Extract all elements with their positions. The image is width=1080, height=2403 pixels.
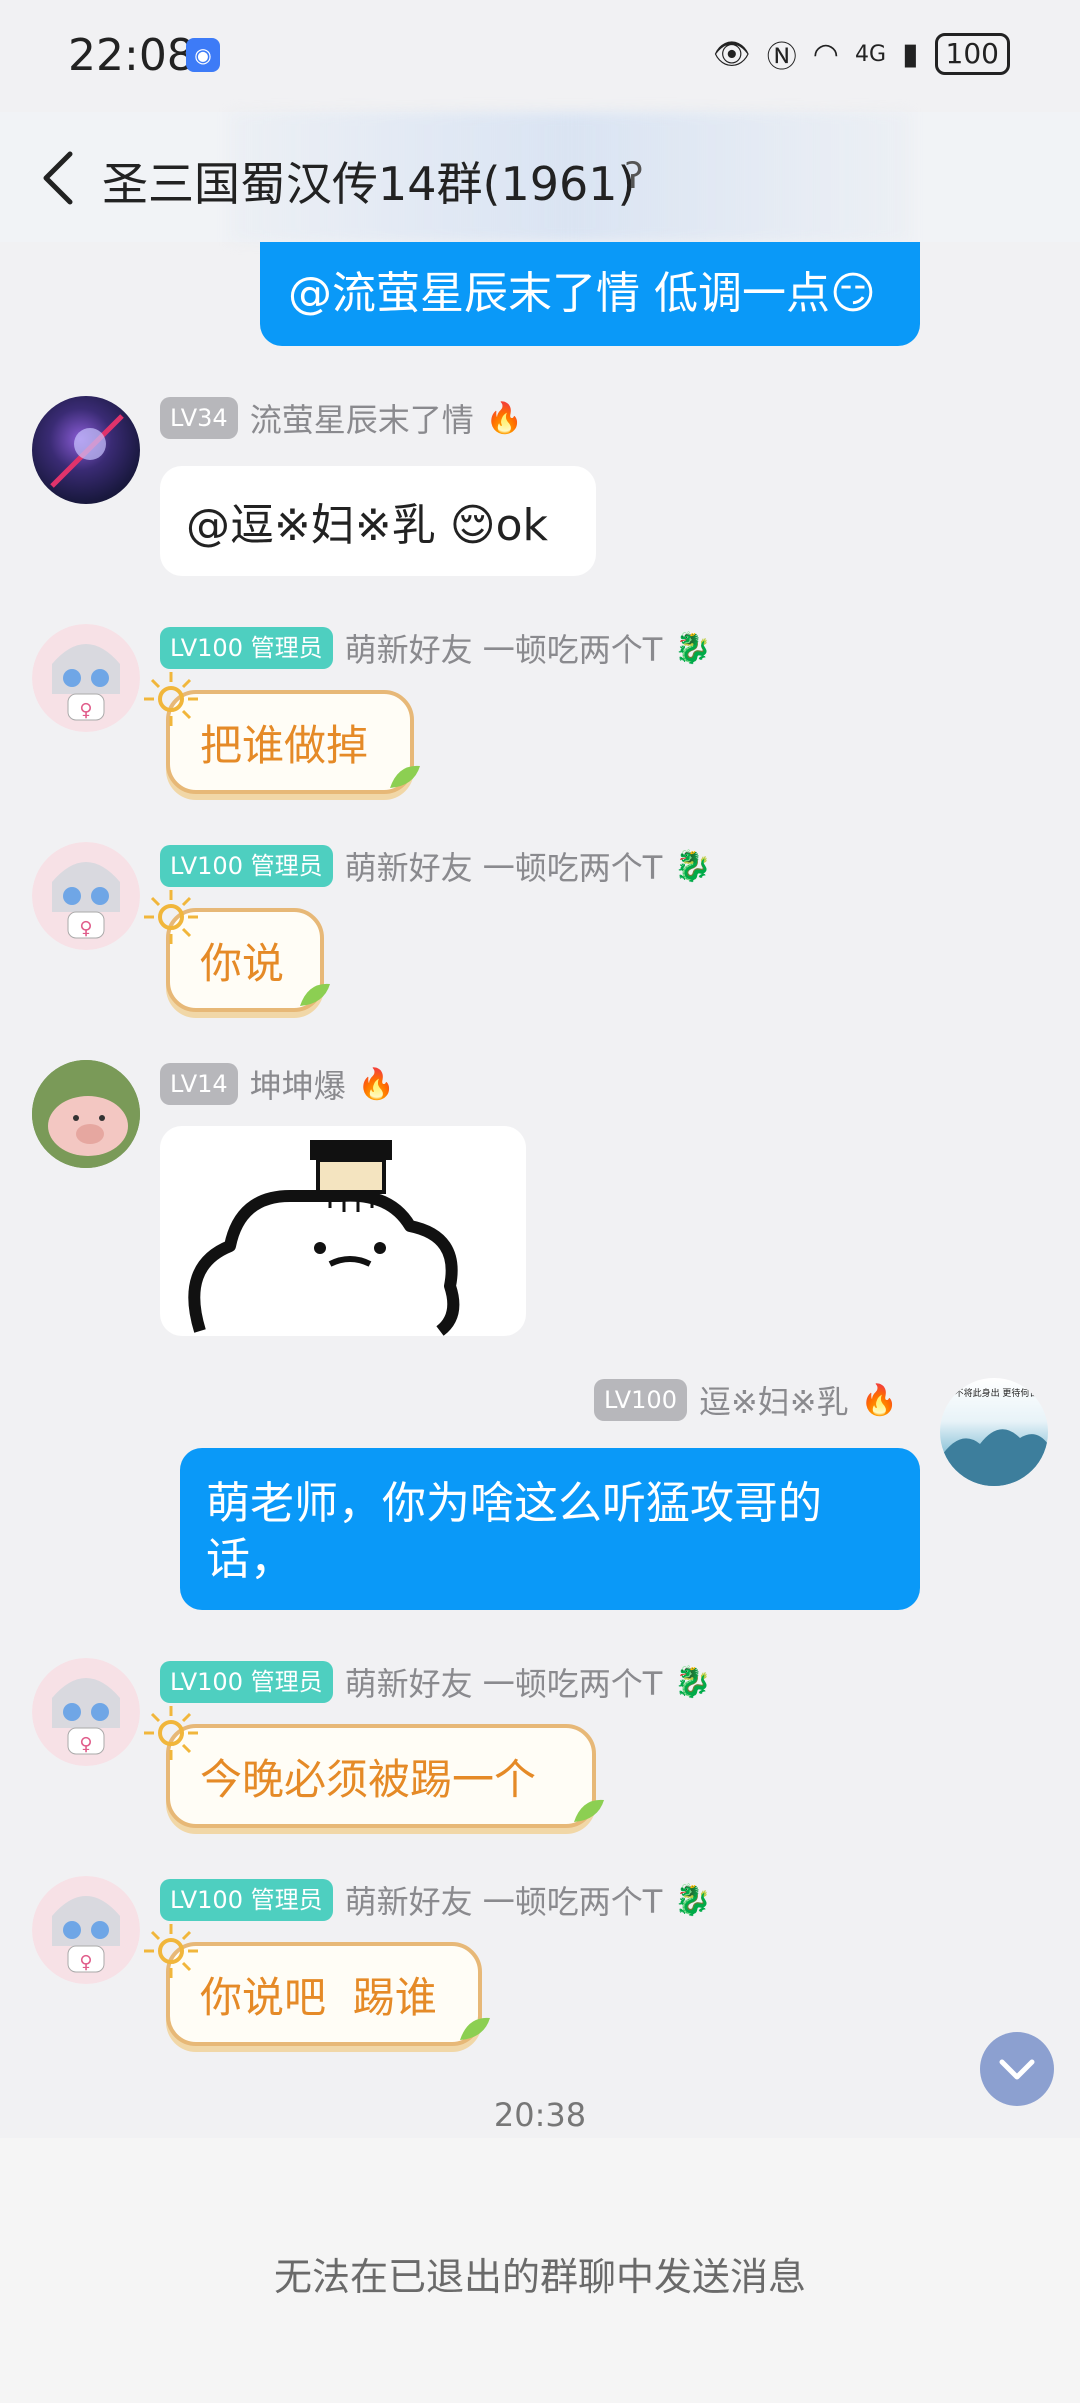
leaf-icon [574,1799,604,1822]
group-title[interactable]: 圣三国蜀汉传14群(1961) [102,148,636,214]
sender-name[interactable]: 萌新好友 一顿吃两个T [345,1659,663,1705]
svg-text:♀: ♀ [79,918,92,939]
avatar[interactable]: ♀ [32,624,140,732]
leaf-icon [390,765,420,788]
sender-name[interactable]: 逗※妇※乳 [699,1377,849,1423]
level-badge: LV100 管理员 [160,845,333,887]
svg-text:♀: ♀ [79,700,92,721]
avatar[interactable] [32,396,140,504]
dragon-icon: 🐉 [674,630,712,666]
sun-icon [144,1706,198,1760]
flame-icon: 🔥 [860,1382,898,1418]
flame-icon: 🔥 [357,1066,396,1102]
leaf-icon [300,983,330,1006]
sun-icon [144,890,198,944]
chat-header: 圣三国蜀汉传14群(1961) ʔ [0,112,1080,242]
message-bubble[interactable]: 你说吧 踢谁 [166,1942,482,2046]
avatar-art: 不将此身出 更待何日度此身 [940,1387,1048,1486]
back-arrow-icon[interactable] [34,146,82,210]
sender-name[interactable]: 萌新好友 一顿吃两个T [345,1877,663,1923]
avatar[interactable]: ♀ [32,842,140,950]
sender-meta: LV100 管理员 萌新好友 一顿吃两个T 🐉 [160,626,712,670]
level-badge: LV100 管理员 [160,1879,333,1921]
cannot-send-notice: 无法在已退出的群聊中发送消息 [273,2255,806,2299]
level-badge: LV100 管理员 [160,627,333,669]
level-badge: LV34 [160,397,238,439]
dragon-icon: 🐉 [674,1664,712,1700]
avatar[interactable]: ♀ [32,1876,140,1984]
status-time: 22:08 [68,30,195,81]
scroll-to-bottom-button[interactable] [980,2032,1054,2106]
signal-icon: ▮ [902,36,919,72]
sender-name[interactable]: 萌新好友 一顿吃两个T [345,625,663,671]
avatar-self[interactable]: 不将此身出 更待何日度此身 [940,1378,1048,1486]
avatar[interactable] [32,1060,140,1168]
leaf-icon [460,2017,490,2040]
level-badge: LV100 [594,1379,687,1421]
sender-meta: LV100 管理员 萌新好友 一顿吃两个T 🐉 [160,1660,712,1704]
avatar-art: ♀ [32,624,140,732]
sender-name[interactable]: 流萤星辰末了情 [250,395,474,441]
status-bar: 22:08 ◉ 👁 Ⓝ ◠ 4G ▮ 100 [0,0,1080,112]
sun-icon [144,1924,198,1978]
avatar-art: ♀ [32,1876,140,1984]
message-bubble[interactable]: @逗※妇※乳 😌ok [160,466,596,576]
sender-meta: LV100 管理员 萌新好友 一顿吃两个T 🐉 [160,1878,712,1922]
sender-name[interactable]: 坤坤爆 [250,1061,346,1107]
sender-name[interactable]: 萌新好友 一顿吃两个T [345,843,663,889]
avatar-art [50,414,124,488]
sender-meta: LV100 逗※妇※乳 🔥 [594,1378,898,1422]
message-bubble-outgoing[interactable]: 萌老师，你为啥这么听猛攻哥的话， [180,1448,920,1610]
dragon-icon: 🐉 [674,848,712,884]
input-disabled-footer: 无法在已退出的群聊中发送消息 [0,2138,1080,2403]
eye-icon: 👁 [712,36,751,72]
dragon-icon: 🐉 [674,1882,712,1918]
sticker-image[interactable] [160,1126,526,1336]
chevron-down-icon [999,2059,1035,2080]
timestamp: 20:38 [493,2096,587,2134]
voice-assistant-icon: ◉ [186,38,220,72]
avatar-art: ♀ [32,1658,140,1766]
sticker-drawing [188,1140,460,1336]
svg-text:♀: ♀ [79,1734,92,1755]
battery-icon: 100 [934,33,1010,75]
sender-meta: LV100 管理员 萌新好友 一顿吃两个T 🐉 [160,844,712,888]
avatar[interactable]: ♀ [32,1658,140,1766]
sun-icon [144,672,198,726]
wifi-icon: ◠ [812,36,839,72]
status-icons: 👁 Ⓝ ◠ 4G ▮ 100 [713,32,1010,76]
sender-meta: LV34 流萤星辰末了情 🔥 [160,396,523,440]
svg-text:不将此身出 更待何日度此身: 不将此身出 更待何日度此身 [955,1387,1048,1399]
svg-text:♀: ♀ [79,1952,92,1973]
avatar-art: ♀ [32,842,140,950]
message-list[interactable]: @流萤星辰末了情 低调一点😏 LV34 流萤星辰末了情 🔥 @逗※妇※乳 😌ok… [0,242,1080,2138]
nfc-icon: Ⓝ [766,40,797,75]
message-bubble-outgoing[interactable]: @流萤星辰末了情 低调一点😏 [260,242,920,346]
network-type: 4G [854,41,887,67]
sender-meta: LV14 坤坤爆 🔥 [160,1062,395,1106]
level-badge: LV100 管理员 [160,1661,333,1703]
level-badge: LV14 [160,1063,238,1105]
flame-icon: 🔥 [485,400,524,436]
message-bubble[interactable]: 今晚必须被踢一个 [166,1724,596,1828]
avatar-art [32,1060,140,1168]
message-bubble[interactable]: 把谁做掉 [166,690,414,794]
ear-icon[interactable]: ʔ [625,156,643,197]
